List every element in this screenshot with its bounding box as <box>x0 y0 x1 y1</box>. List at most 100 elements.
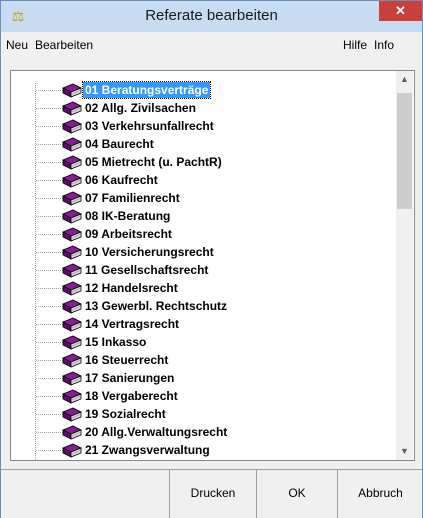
tree-branch-line <box>36 396 63 397</box>
tree-item[interactable]: 21 Zwangsverwaltung <box>11 441 396 459</box>
tree-item[interactable]: 09 Arbeitsrecht <box>11 225 396 243</box>
ok-button[interactable]: OK <box>256 470 337 518</box>
tree-branch-line <box>36 450 63 451</box>
scroll-up-icon[interactable]: ▲ <box>396 71 413 88</box>
book-icon <box>61 352 83 368</box>
tree-item-label: 08 IK-Beratung <box>85 209 171 223</box>
tree-item[interactable]: 14 Vertragsrecht <box>11 315 396 333</box>
print-button[interactable]: Drucken <box>169 470 256 518</box>
book-icon <box>61 388 83 404</box>
tree-branch-line <box>36 378 63 379</box>
tree-branch-line <box>36 414 63 415</box>
scroll-down-icon[interactable]: ▼ <box>396 443 413 460</box>
book-icon <box>61 226 83 242</box>
vertical-scrollbar[interactable]: ▲ ▼ <box>396 71 413 460</box>
button-bar: Drucken OK Abbruch <box>1 469 422 518</box>
book-icon <box>61 100 83 116</box>
tree-item[interactable]: 16 Steuerrecht <box>11 351 396 369</box>
tree-branch-line <box>36 162 63 163</box>
tree-item-label: 07 Familienrecht <box>85 191 180 205</box>
book-icon <box>61 82 83 98</box>
tree-item-label: 18 Vergaberecht <box>85 389 178 403</box>
book-icon <box>61 442 83 458</box>
tree-item-label: 05 Mietrecht (u. PachtR) <box>85 155 222 169</box>
book-icon <box>61 136 83 152</box>
tree-item[interactable]: 01 Beratungsverträge <box>11 81 396 99</box>
tree-item[interactable]: 18 Vergaberecht <box>11 387 396 405</box>
tree-branch-line <box>36 342 63 343</box>
book-icon <box>61 244 83 260</box>
tree-item-label: 12 Handelsrecht <box>85 281 178 295</box>
tree-item-label: 11 Gesellschaftsrecht <box>85 263 209 277</box>
tree-item[interactable]: 15 Inkasso <box>11 333 396 351</box>
tree-item[interactable]: 08 IK-Beratung <box>11 207 396 225</box>
book-icon <box>61 208 83 224</box>
tree-item-label: 21 Zwangsverwaltung <box>85 443 210 457</box>
tree-branch-line <box>36 234 63 235</box>
tree-item[interactable]: 10 Versicherungsrecht <box>11 243 396 261</box>
tree-branch-line <box>36 306 63 307</box>
close-button[interactable]: ✕ <box>379 1 422 21</box>
tree-item-label: 10 Versicherungsrecht <box>85 245 214 259</box>
book-icon <box>61 424 83 440</box>
tree-item[interactable]: 20 Allg.Verwaltungsrecht <box>11 423 396 441</box>
tree-branch-line <box>36 108 63 109</box>
book-icon <box>61 298 83 314</box>
book-icon <box>61 262 83 278</box>
referate-tree[interactable]: 01 Beratungsverträge 02 Allg. Zivilsachen… <box>11 71 396 460</box>
window-title: Referate bearbeiten <box>145 7 278 24</box>
tree-branch-line <box>36 198 63 199</box>
tree-panel: 01 Beratungsverträge 02 Allg. Zivilsachen… <box>10 70 415 461</box>
title-bar[interactable]: ⚖ Referate bearbeiten ✕ <box>1 1 422 32</box>
book-icon <box>61 280 83 296</box>
tree-branch-line <box>36 360 63 361</box>
dialog-window: ⚖ Referate bearbeiten ✕ Neu Bearbeiten H… <box>0 0 423 518</box>
tree-item-label: 19 Sozialrecht <box>85 407 166 421</box>
tree-item-label: 06 Kaufrecht <box>85 173 158 187</box>
tree-item[interactable]: 05 Mietrecht (u. PachtR) <box>11 153 396 171</box>
tree-item[interactable]: 04 Baurecht <box>11 135 396 153</box>
tree-branch-line <box>36 288 63 289</box>
tree-item[interactable]: 19 Sozialrecht <box>11 405 396 423</box>
tree-item[interactable]: 17 Sanierungen <box>11 369 396 387</box>
menu-bar: Neu Bearbeiten Hilfe Info <box>1 32 422 60</box>
book-icon <box>61 154 83 170</box>
book-icon <box>61 370 83 386</box>
tree-branch-line <box>36 324 63 325</box>
tree-item-label: 15 Inkasso <box>85 335 147 349</box>
book-icon <box>61 316 83 332</box>
tree-branch-line <box>36 270 63 271</box>
tree-item[interactable]: 13 Gewerbl. Rechtschutz <box>11 297 396 315</box>
menu-hilfe[interactable]: Hilfe <box>343 38 367 52</box>
tree-branch-line <box>36 126 63 127</box>
tree-item[interactable]: 11 Gesellschaftsrecht <box>11 261 396 279</box>
menu-neu[interactable]: Neu <box>6 38 28 52</box>
tree-item-label: 02 Allg. Zivilsachen <box>85 101 196 115</box>
book-icon <box>61 172 83 188</box>
tree-item[interactable]: 07 Familienrecht <box>11 189 396 207</box>
tree-item-label: 03 Verkehrsunfallrecht <box>85 119 214 133</box>
menu-bearbeiten[interactable]: Bearbeiten <box>35 38 93 52</box>
tree-branch-line <box>36 252 63 253</box>
book-icon <box>61 334 83 350</box>
tree-item[interactable]: 06 Kaufrecht <box>11 171 396 189</box>
tree-item[interactable]: 12 Handelsrecht <box>11 279 396 297</box>
book-icon <box>61 190 83 206</box>
tree-item-label: 20 Allg.Verwaltungsrecht <box>85 425 228 439</box>
tree-item-label: 04 Baurecht <box>85 137 154 151</box>
tree-item-label: 09 Arbeitsrecht <box>85 227 172 241</box>
tree-branch-line <box>36 90 63 91</box>
tree-branch-line <box>36 216 63 217</box>
tree-item[interactable]: 03 Verkehrsunfallrecht <box>11 117 396 135</box>
scroll-thumb[interactable] <box>397 93 412 209</box>
tree-branch-line <box>36 432 63 433</box>
menu-info[interactable]: Info <box>374 38 394 52</box>
cancel-button[interactable]: Abbruch <box>337 470 423 518</box>
tree-item-label: 01 Beratungsverträge <box>81 81 212 99</box>
tree-item-label: 14 Vertragsrecht <box>85 317 180 331</box>
tree-item-label: 13 Gewerbl. Rechtschutz <box>85 299 228 313</box>
book-icon <box>61 118 83 134</box>
tree-branch-line <box>36 144 63 145</box>
tree-item[interactable]: 02 Allg. Zivilsachen <box>11 99 396 117</box>
tree-branch-line <box>36 180 63 181</box>
